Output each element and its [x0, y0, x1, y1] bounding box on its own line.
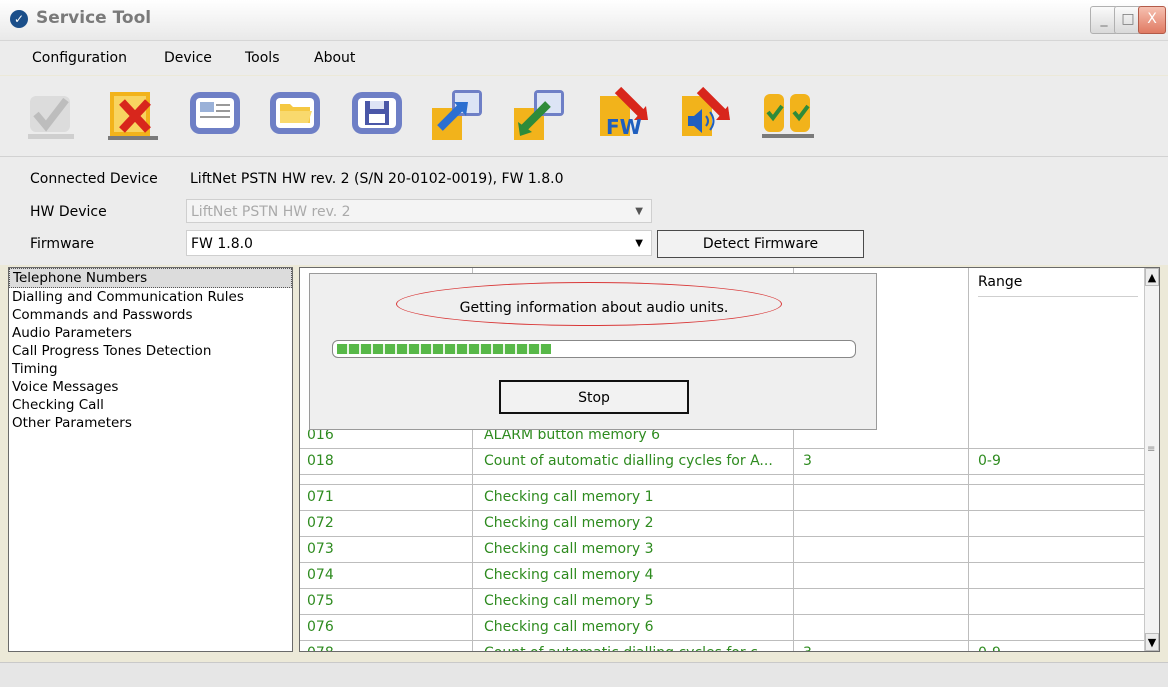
menu-about[interactable]: About: [314, 50, 355, 66]
row-name: Checking call memory 6: [484, 619, 654, 635]
row-value: 3: [803, 641, 812, 651]
open-folder-icon[interactable]: [266, 86, 324, 144]
row-number: 071: [307, 489, 334, 505]
row-number: 075: [307, 593, 334, 609]
scroll-grip-icon[interactable]: ≡: [1147, 444, 1155, 455]
hw-device-value: LiftNet PSTN HW rev. 2: [191, 204, 351, 220]
table-row[interactable]: 075 Checking call memory 5: [300, 589, 1147, 615]
row-name: Checking call memory 3: [484, 541, 654, 557]
row-number: 018: [307, 453, 334, 469]
row-name: Count of automatic dialling cycles for A…: [484, 453, 773, 469]
hw-device-label: HW Device: [30, 204, 107, 220]
row-number: 073: [307, 541, 334, 557]
firmware-update-icon[interactable]: FW: [598, 86, 656, 144]
table-row[interactable]: 018 Count of automatic dialling cycles fo…: [300, 449, 1147, 475]
table-row[interactable]: 072 Checking call memory 2: [300, 511, 1147, 537]
progress-bar: [332, 340, 856, 358]
row-number: 078: [307, 641, 334, 651]
nav-item-checking-call[interactable]: Checking Call: [9, 396, 292, 414]
chevron-down-icon: ▼: [635, 238, 643, 249]
nav-item-dialling-rules[interactable]: Dialling and Communication Rules: [9, 288, 292, 306]
nav-item-audio-parameters[interactable]: Audio Parameters: [9, 324, 292, 342]
scroll-down-icon[interactable]: ▼: [1145, 633, 1159, 651]
svg-text:FW: FW: [606, 115, 642, 139]
nav-item-voice-messages[interactable]: Voice Messages: [9, 378, 292, 396]
app-icon: ✓: [10, 10, 28, 28]
vertical-scrollbar[interactable]: ▲ ≡ ▼: [1144, 268, 1159, 651]
check-disabled-icon[interactable]: [22, 86, 80, 144]
column-header-range[interactable]: Range: [978, 268, 1138, 297]
stop-button[interactable]: Stop: [499, 380, 689, 414]
save-icon[interactable]: [348, 86, 406, 144]
device-info-panel: Connected Device LiftNet PSTN HW rev. 2 …: [0, 157, 1168, 265]
toolbar: FW: [0, 76, 1168, 157]
disconnect-icon[interactable]: [104, 86, 162, 144]
row-number: 076: [307, 619, 334, 635]
status-bar: [0, 662, 1168, 687]
firmware-select[interactable]: FW 1.8.0 ▼: [186, 230, 652, 256]
nav-item-other-parameters[interactable]: Other Parameters: [9, 414, 292, 432]
row-number: 072: [307, 515, 334, 531]
audio-update-icon[interactable]: [680, 86, 738, 144]
upload-to-device-icon[interactable]: [428, 86, 486, 144]
download-from-device-icon[interactable]: [510, 86, 568, 144]
nav-item-call-progress-tones[interactable]: Call Progress Tones Detection: [9, 342, 292, 360]
table-row[interactable]: 074 Checking call memory 4: [300, 563, 1147, 589]
connected-device-value: LiftNet PSTN HW rev. 2 (S/N 20-0102-0019…: [190, 171, 564, 187]
row-name: Checking call memory 5: [484, 593, 654, 609]
close-button[interactable]: X: [1138, 6, 1166, 34]
row-range: 0-9: [978, 453, 1001, 469]
row-value: 3: [803, 453, 812, 469]
firmware-value: FW 1.8.0: [191, 236, 253, 252]
scroll-up-icon[interactable]: ▲: [1145, 268, 1159, 286]
parameter-group-list: Telephone Numbers Dialling and Communica…: [8, 267, 293, 652]
table-row-spacer: [300, 475, 1147, 485]
connected-device-label: Connected Device: [30, 171, 158, 187]
menu-bar: Configuration Device Tools About: [0, 41, 1168, 75]
detect-firmware-button[interactable]: Detect Firmware: [657, 230, 864, 258]
row-number: 074: [307, 567, 334, 583]
row-name: Checking call memory 1: [484, 489, 654, 505]
hw-device-select: LiftNet PSTN HW rev. 2 ▼: [186, 199, 652, 223]
row-name: Count of automatic dialling cycles for c…: [484, 641, 784, 651]
progress-bar-fill: [337, 344, 552, 354]
check-call-icon[interactable]: [760, 86, 818, 144]
progress-dialog: Getting information about audio units. S…: [309, 273, 877, 430]
chevron-down-icon: ▼: [635, 206, 643, 217]
nav-item-timing[interactable]: Timing: [9, 360, 292, 378]
title-bar: ✓ Service Tool _ □ X: [0, 0, 1168, 41]
menu-configuration[interactable]: Configuration: [32, 50, 127, 66]
progress-message: Getting information about audio units.: [459, 300, 729, 316]
nav-item-commands-passwords[interactable]: Commands and Passwords: [9, 306, 292, 324]
table-row[interactable]: 073 Checking call memory 3: [300, 537, 1147, 563]
table-row[interactable]: 076 Checking call memory 6: [300, 615, 1147, 641]
row-name: Checking call memory 2: [484, 515, 654, 531]
menu-tools[interactable]: Tools: [245, 50, 280, 66]
window-title: Service Tool: [36, 8, 152, 28]
row-range: 0-9: [978, 641, 1001, 651]
row-name: Checking call memory 4: [484, 567, 654, 583]
table-row[interactable]: 078 Count of automatic dialling cycles fo…: [300, 641, 1147, 651]
firmware-label: Firmware: [30, 236, 95, 252]
nav-item-telephone-numbers[interactable]: Telephone Numbers: [9, 268, 292, 288]
device-config-icon[interactable]: [186, 86, 244, 144]
menu-device[interactable]: Device: [164, 50, 212, 66]
table-row[interactable]: 071 Checking call memory 1: [300, 485, 1147, 511]
